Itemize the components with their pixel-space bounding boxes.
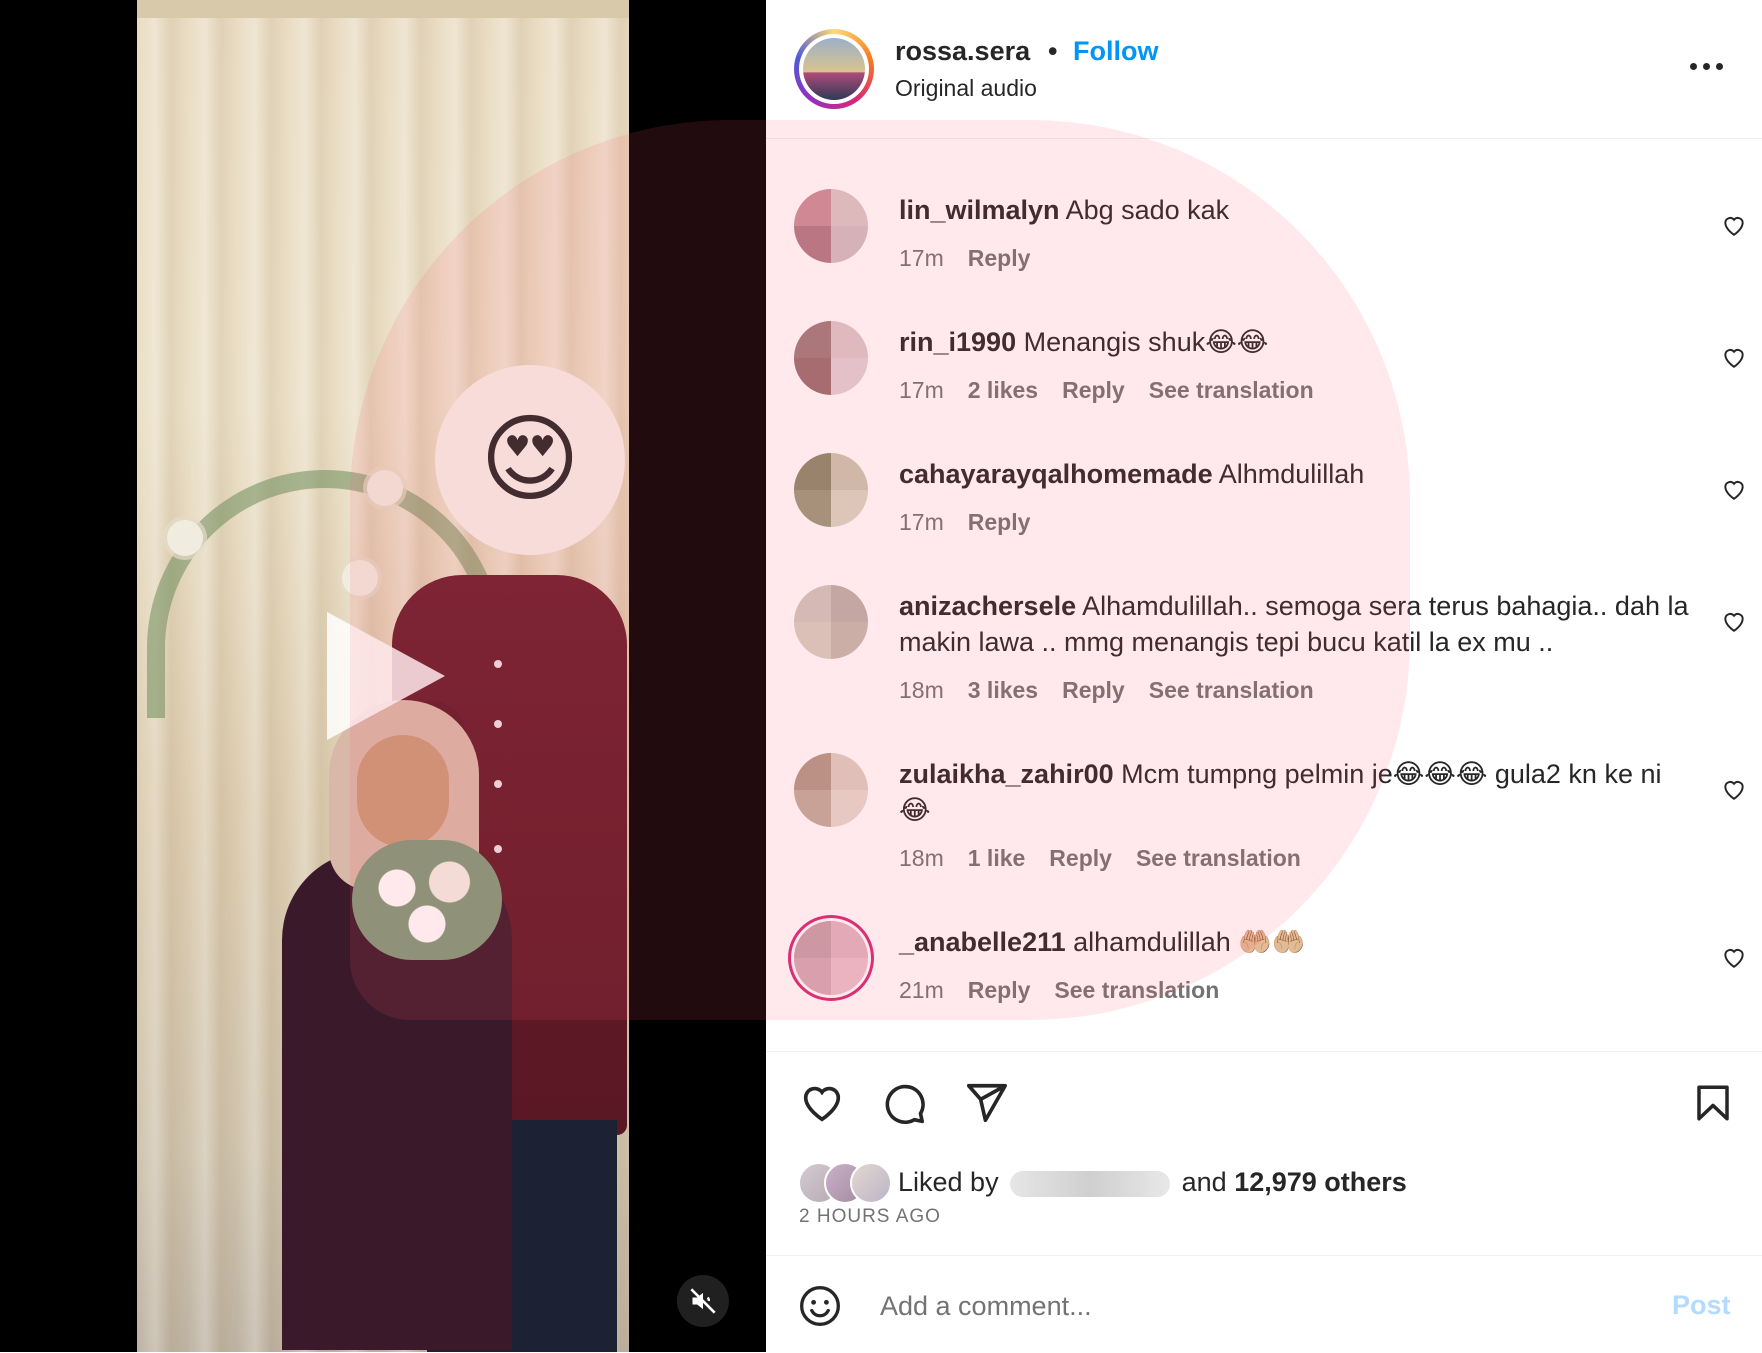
comment-like-heart-icon[interactable] bbox=[1721, 944, 1747, 970]
comment-meta: 21m Reply See translation bbox=[899, 977, 1219, 1004]
comment-time: 18m bbox=[899, 677, 944, 703]
flower bbox=[367, 470, 403, 506]
bouquet bbox=[352, 840, 502, 960]
author-avatar[interactable] bbox=[794, 29, 874, 109]
comment-like-heart-icon[interactable] bbox=[1721, 476, 1747, 502]
follow-button[interactable]: Follow bbox=[1073, 36, 1158, 67]
comment-meta: 17m Reply bbox=[899, 245, 1030, 272]
smiley-icon[interactable] bbox=[798, 1284, 842, 1328]
commenter-avatar[interactable] bbox=[794, 753, 868, 827]
likes-count[interactable]: 3 likes bbox=[968, 677, 1038, 704]
heart-icon[interactable] bbox=[798, 1080, 846, 1126]
post-header: rossa.sera • Follow Original audio bbox=[766, 0, 1762, 139]
comment-username[interactable]: rin_i1990 bbox=[899, 327, 1016, 357]
bookmark-icon[interactable] bbox=[1692, 1080, 1734, 1126]
comment-body: alhamdulillah 🤲🏼🤲🏼 bbox=[1073, 927, 1306, 957]
comment-time: 17m bbox=[899, 245, 944, 271]
commenter-avatar[interactable] bbox=[794, 321, 868, 395]
comment-time: 21m bbox=[899, 977, 944, 1003]
comment-body: Menangis shuk😂😂 bbox=[1023, 327, 1269, 357]
author-username[interactable]: rossa.sera bbox=[895, 36, 1030, 67]
shirt-button bbox=[494, 720, 502, 728]
comment-body: Abg sado kak bbox=[1065, 195, 1230, 225]
comment-like-heart-icon[interactable] bbox=[1721, 212, 1747, 238]
liker-avatar[interactable] bbox=[850, 1162, 892, 1204]
see-translation-link[interactable]: See translation bbox=[1054, 977, 1219, 1004]
shirt-button bbox=[494, 845, 502, 853]
comment-like-heart-icon[interactable] bbox=[1721, 776, 1747, 802]
liked-by-and: and bbox=[1181, 1167, 1227, 1197]
comment-text: anizachersele Alhamdulillah.. semoga ser… bbox=[899, 588, 1689, 660]
likes-count[interactable]: 1 like bbox=[968, 845, 1026, 872]
more-options-icon[interactable] bbox=[1690, 58, 1730, 74]
comment-username[interactable]: anizachersele bbox=[899, 591, 1076, 621]
flower bbox=[167, 520, 203, 556]
commenter-avatar[interactable] bbox=[794, 585, 868, 659]
comment-text: cahayarayqalhomemade Alhmdulillah bbox=[899, 456, 1689, 492]
speaker-muted-icon bbox=[690, 1288, 716, 1314]
mute-button[interactable] bbox=[677, 1275, 729, 1327]
curtain-rod bbox=[137, 0, 629, 18]
comment-text: lin_wilmalyn Abg sado kak bbox=[899, 192, 1689, 228]
comment-body: Alhmdulillah bbox=[1218, 459, 1365, 489]
reply-button[interactable]: Reply bbox=[968, 977, 1031, 1004]
see-translation-link[interactable]: See translation bbox=[1149, 677, 1314, 704]
reply-button[interactable]: Reply bbox=[1062, 377, 1125, 404]
audio-label[interactable]: Original audio bbox=[895, 75, 1037, 102]
comment-input[interactable] bbox=[878, 1278, 1642, 1334]
see-translation-link[interactable]: See translation bbox=[1136, 845, 1301, 872]
blurred-username[interactable] bbox=[1010, 1170, 1171, 1197]
comment-icon[interactable] bbox=[880, 1080, 928, 1126]
reply-button[interactable]: Reply bbox=[1062, 677, 1125, 704]
comment-text: zulaikha_zahir00 Mcm tumpng pelmin je😂😂😂… bbox=[899, 756, 1689, 828]
likes-count-link[interactable]: 12,979 others bbox=[1234, 1167, 1407, 1197]
comment-username[interactable]: lin_wilmalyn bbox=[899, 195, 1060, 225]
comment-username[interactable]: _anabelle211 bbox=[899, 927, 1066, 957]
likes-count[interactable]: 2 likes bbox=[968, 377, 1038, 404]
commenter-avatar[interactable] bbox=[794, 453, 868, 527]
shirt-button bbox=[494, 660, 502, 668]
comment-meta: 18m 3 likes Reply See translation bbox=[899, 677, 1314, 704]
send-icon[interactable] bbox=[962, 1080, 1010, 1126]
comments-list[interactable]: lin_wilmalyn Abg sado kak 17m Reply rin_… bbox=[766, 139, 1762, 1051]
comment-meta: 18m 1 like Reply See translation bbox=[899, 845, 1301, 872]
comment-meta: 17m 2 likes Reply See translation bbox=[899, 377, 1314, 404]
comment-text: rin_i1990 Menangis shuk😂😂 bbox=[899, 324, 1689, 360]
comment-time: 18m bbox=[899, 845, 944, 871]
commenter-avatar[interactable] bbox=[794, 189, 868, 263]
comment-time: 17m bbox=[899, 509, 944, 535]
flower bbox=[342, 560, 378, 596]
comment-composer: Post bbox=[766, 1255, 1762, 1353]
reply-button[interactable]: Reply bbox=[968, 509, 1031, 536]
post-panel: rossa.sera • Follow Original audio lin_w… bbox=[766, 0, 1762, 1352]
liked-by-prefix: Liked by bbox=[898, 1167, 999, 1197]
liked-by-row: Liked by and 12,979 others bbox=[798, 1162, 1698, 1204]
face-sticker: 😍 bbox=[435, 365, 625, 555]
liked-by-text: Liked by and 12,979 others bbox=[898, 1162, 1407, 1202]
post-comment-button[interactable]: Post bbox=[1672, 1290, 1731, 1321]
comment-like-heart-icon[interactable] bbox=[1721, 344, 1747, 370]
comment-meta: 17m Reply bbox=[899, 509, 1030, 536]
post-media[interactable]: 😍 bbox=[0, 0, 766, 1352]
play-icon[interactable] bbox=[327, 612, 445, 740]
comment-time: 17m bbox=[899, 377, 944, 403]
comment-like-heart-icon[interactable] bbox=[1721, 608, 1747, 634]
reply-button[interactable]: Reply bbox=[968, 245, 1031, 272]
reply-button[interactable]: Reply bbox=[1049, 845, 1112, 872]
shirt-button bbox=[494, 780, 502, 788]
post-time-ago[interactable]: 2 HOURS AGO bbox=[799, 1206, 941, 1228]
see-translation-link[interactable]: See translation bbox=[1149, 377, 1314, 404]
woman-face bbox=[357, 735, 449, 847]
comment-username[interactable]: cahayarayqalhomemade bbox=[899, 459, 1213, 489]
comment-username[interactable]: zulaikha_zahir00 bbox=[899, 759, 1114, 789]
separator-dot: • bbox=[1048, 36, 1058, 66]
commenter-avatar[interactable] bbox=[794, 921, 868, 995]
comment-text: _anabelle211 alhamdulillah 🤲🏼🤲🏼 bbox=[899, 924, 1689, 960]
